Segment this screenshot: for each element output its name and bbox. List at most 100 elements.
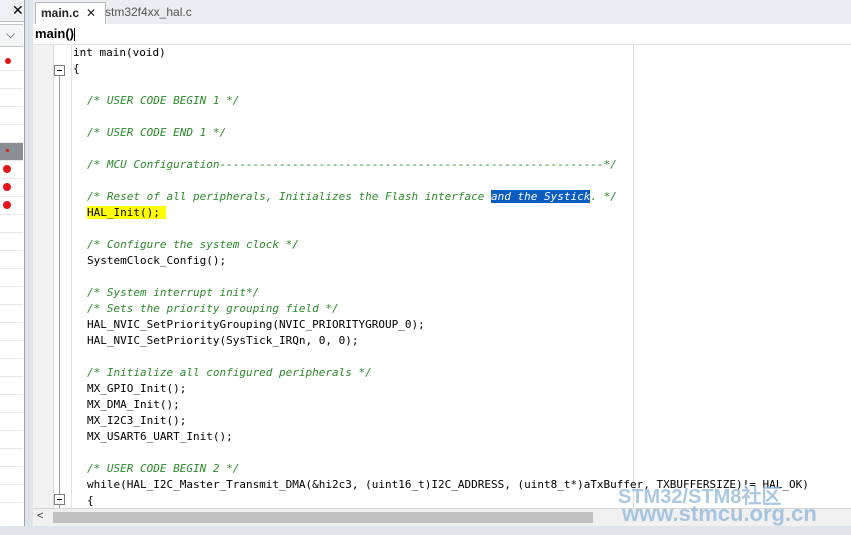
scroll-left-icon[interactable]: < bbox=[37, 510, 43, 522]
panel-splitter[interactable] bbox=[25, 0, 33, 535]
list-item[interactable] bbox=[0, 53, 23, 71]
list-item[interactable] bbox=[0, 179, 23, 197]
text-selection: and the Systick bbox=[490, 190, 591, 203]
code-editor: main.c ✕ stm32f4xx_hal.c main() int main… bbox=[33, 0, 851, 535]
list-item[interactable] bbox=[0, 125, 23, 143]
status-strip bbox=[0, 526, 851, 535]
list-item[interactable] bbox=[0, 233, 23, 251]
code-line[interactable]: MX_I2C3_Init(); bbox=[87, 413, 186, 429]
code-text: MX_USART6_UART_Init(); bbox=[87, 430, 233, 443]
function-navigation-bar[interactable]: main() bbox=[33, 24, 851, 45]
list-item[interactable] bbox=[0, 341, 23, 359]
code-line[interactable]: /* Configure the system clock */ bbox=[87, 237, 299, 253]
code-comment: /* MCU Configuration--------------------… bbox=[87, 158, 617, 171]
close-icon[interactable]: ✕ bbox=[86, 3, 96, 24]
watermark-url: www.stmcu.org.cn bbox=[622, 501, 817, 526]
code-comment: /* USER CODE BEGIN 1 */ bbox=[87, 94, 240, 107]
code-text: MX_I2C3_Init(); bbox=[87, 414, 187, 427]
indent-guide bbox=[71, 45, 72, 508]
tab-bar: main.c ✕ stm32f4xx_hal.c bbox=[33, 0, 851, 25]
code-line[interactable]: { bbox=[87, 493, 94, 509]
code-line[interactable]: MX_USART6_UART_Init(); bbox=[87, 429, 233, 445]
list-item[interactable] bbox=[0, 89, 23, 107]
breakpoint-icon bbox=[3, 201, 11, 209]
code-comment: /* Reset of all peripherals, Initializes… bbox=[87, 190, 491, 203]
code-line[interactable]: MX_DMA_Init(); bbox=[87, 397, 180, 413]
list-item[interactable] bbox=[0, 431, 23, 449]
code-line[interactable]: { bbox=[73, 61, 80, 77]
code-line[interactable]: HAL_NVIC_SetPriorityGrouping(NVIC_PRIORI… bbox=[87, 317, 425, 333]
list-item[interactable] bbox=[0, 287, 23, 305]
list-item[interactable] bbox=[0, 71, 23, 89]
text-caret bbox=[74, 28, 75, 41]
code-comment: . */ bbox=[590, 190, 617, 203]
list-item[interactable] bbox=[0, 359, 23, 377]
code-comment: /* Initialize all configured peripherals… bbox=[87, 366, 372, 379]
fold-line bbox=[59, 76, 60, 508]
code-text: ); bbox=[345, 334, 359, 347]
code-line[interactable]: SystemClock_Config(); bbox=[87, 253, 226, 269]
list-item[interactable] bbox=[0, 107, 23, 125]
list-item[interactable] bbox=[0, 449, 23, 467]
breakpoint-icon bbox=[3, 165, 11, 173]
code-line[interactable]: /* MCU Configuration--------------------… bbox=[87, 157, 617, 173]
code-comment: /* USER CODE END 1 */ bbox=[87, 126, 227, 139]
scrollbar-thumb[interactable] bbox=[53, 512, 593, 523]
list-item[interactable] bbox=[0, 413, 23, 431]
code-comment: /* System interrupt init*/ bbox=[87, 286, 260, 299]
fold-collapse-icon[interactable] bbox=[54, 65, 65, 76]
code-line[interactable]: int main(void) bbox=[73, 45, 166, 61]
code-comment: /* Sets the priority grouping field */ bbox=[87, 302, 339, 315]
list-item-selected[interactable] bbox=[0, 143, 23, 161]
code-comment: /* USER CODE BEGIN 2 */ bbox=[87, 462, 240, 475]
list-item[interactable] bbox=[0, 215, 23, 233]
fold-collapse-icon[interactable] bbox=[54, 494, 65, 505]
breakpoint-icon bbox=[6, 149, 9, 152]
code-line[interactable]: /* USER CODE END 1 */ bbox=[87, 125, 226, 141]
list-item[interactable] bbox=[0, 269, 23, 287]
code-text: HAL_NVIC_SetPriority(SysTick_IRQn, bbox=[87, 334, 319, 347]
left-panel-header: ✕ bbox=[0, 0, 24, 22]
code-comment: /* Configure the system clock */ bbox=[87, 238, 299, 251]
list-item[interactable] bbox=[0, 377, 23, 395]
list-item[interactable] bbox=[0, 251, 23, 269]
code-text: MX_DMA_Init(); bbox=[87, 398, 180, 411]
code-text: { bbox=[87, 494, 94, 507]
list-item[interactable] bbox=[0, 161, 23, 179]
code-line[interactable]: /* USER CODE BEGIN 1 */ bbox=[87, 93, 239, 109]
tab-label: main.c bbox=[41, 6, 80, 20]
code-text: MX_GPIO_Init(); bbox=[87, 382, 187, 395]
code-line[interactable]: /* System interrupt init*/ bbox=[87, 285, 259, 301]
code-text: , bbox=[325, 334, 339, 347]
list-item[interactable] bbox=[0, 485, 23, 503]
list-item[interactable] bbox=[0, 305, 23, 323]
breakpoint-icon bbox=[5, 58, 11, 64]
breakpoint-icon bbox=[3, 183, 11, 191]
function-name: main() bbox=[35, 26, 74, 41]
code-line[interactable]: HAL_NVIC_SetPriority(SysTick_IRQn, 0, 0)… bbox=[87, 333, 359, 349]
code-line[interactable]: /* Initialize all configured peripherals… bbox=[87, 365, 372, 381]
tab-stm32f4xx-hal-c[interactable]: stm32f4xx_hal.c bbox=[100, 2, 197, 23]
tab-label: stm32f4xx_hal.c bbox=[105, 5, 192, 19]
close-icon[interactable]: ✕ bbox=[12, 2, 24, 18]
code-line[interactable]: /* Sets the priority grouping field */ bbox=[87, 301, 339, 317]
line-gutter[interactable] bbox=[33, 45, 54, 508]
code-line[interactable]: /* USER CODE BEGIN 2 */ bbox=[87, 461, 239, 477]
tab-main-c[interactable]: main.c ✕ bbox=[35, 2, 106, 24]
code-area[interactable]: int main(void) { /* USER CODE BEGIN 1 */… bbox=[33, 45, 851, 508]
list-item[interactable] bbox=[0, 323, 23, 341]
code-line[interactable]: MX_GPIO_Init(); bbox=[87, 381, 186, 397]
code-line[interactable]: /* Reset of all peripherals, Initializes… bbox=[87, 189, 617, 205]
code-line[interactable]: HAL_Init(); bbox=[87, 205, 167, 221]
list-item[interactable] bbox=[0, 197, 23, 215]
code-text: SystemClock_Config(); bbox=[87, 254, 227, 267]
list-item[interactable] bbox=[0, 395, 23, 413]
highlighted-statement: HAL_Init(); bbox=[87, 206, 160, 219]
chevron-down-icon: ⌵ bbox=[6, 27, 16, 41]
right-margin-line bbox=[633, 45, 634, 508]
left-dock-panel: ✕ ⌵ bbox=[0, 0, 25, 535]
code-text: int main(void) bbox=[73, 46, 166, 59]
left-panel-dropdown[interactable]: ⌵ bbox=[0, 24, 23, 47]
code-text: { bbox=[73, 62, 80, 75]
list-item[interactable] bbox=[0, 467, 23, 485]
